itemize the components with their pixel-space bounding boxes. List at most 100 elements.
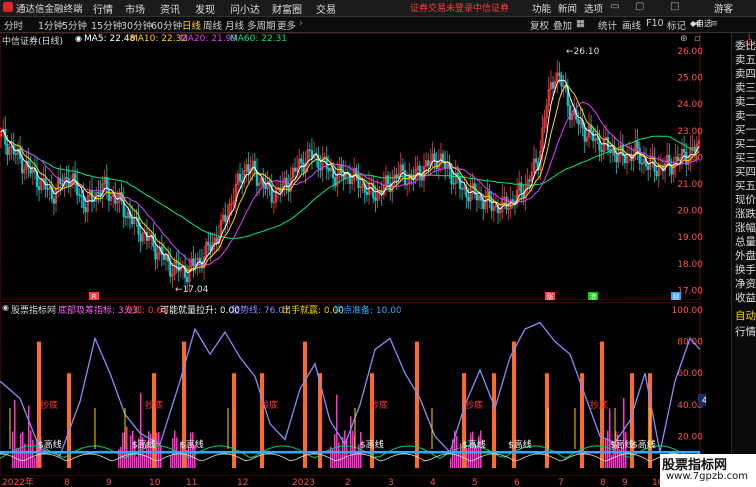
- candle-body: [638, 147, 641, 164]
- quote-label: 卖四: [735, 68, 756, 80]
- ma5-line: [0, 79, 700, 274]
- minimize-window-icon[interactable]: ▭: [610, 1, 619, 12]
- overlay-button[interactable]: 叠加: [553, 18, 572, 32]
- quote-label: 现价: [735, 194, 756, 206]
- accumulation-bar: [30, 430, 32, 468]
- tab-timeframe[interactable]: 5分钟: [62, 18, 87, 32]
- candle-body: [300, 158, 303, 164]
- menu-item[interactable]: 发现: [195, 1, 215, 16]
- buy-signal-label: 抄底: [260, 399, 278, 411]
- indicator-chart[interactable]: 100.0080.0060.0040.0020.0043.06抄底抄底抄底抄底抄…: [0, 302, 706, 476]
- tab-timeframe[interactable]: 月线: [225, 18, 244, 32]
- date-tick-label: 2: [345, 478, 351, 487]
- tab-timeframe[interactable]: 30分钟: [121, 18, 152, 32]
- price-tick-label: 20.00: [677, 207, 703, 217]
- maximize-window-icon[interactable]: □: [670, 1, 679, 12]
- watermark: 股票指标网 www.7gpzb.com: [660, 454, 756, 487]
- candle-body: [264, 185, 267, 190]
- tab-timeframe[interactable]: 分时: [4, 18, 23, 32]
- accumulation-bar: [348, 456, 350, 468]
- date-tick-label: 9: [622, 478, 628, 487]
- candle-body: [647, 165, 650, 170]
- accumulation-bar: [20, 433, 22, 468]
- buy-signal-label: 抄底: [590, 399, 608, 411]
- signal-bar: [415, 341, 419, 468]
- date-tick-label: 3: [388, 478, 394, 487]
- menu-item[interactable]: 问小达: [230, 1, 260, 16]
- function-menu[interactable]: 功能: [532, 1, 551, 15]
- candle-body: [386, 175, 390, 185]
- tab-timeframe[interactable]: 多周期: [247, 18, 276, 32]
- menu-item[interactable]: 财富圈: [272, 1, 302, 16]
- signal-bar: [370, 373, 374, 468]
- menu-item[interactable]: 交易: [316, 1, 336, 16]
- mark-button[interactable]: 标记: [667, 18, 686, 32]
- f10-button[interactable]: F10: [646, 18, 664, 29]
- chevron-down-icon[interactable]: ›: [299, 18, 303, 29]
- broker-link[interactable]: 中信证券: [473, 1, 509, 14]
- accumulation-bar: [122, 432, 124, 468]
- date-tick-label: 8: [64, 478, 70, 487]
- app-title: 通达信金融终端: [16, 4, 83, 15]
- candle-body: [528, 179, 531, 182]
- candle-body: [38, 186, 41, 191]
- grid-icon[interactable]: ▦: [576, 18, 585, 29]
- auto-tab[interactable]: 自动: [735, 308, 756, 323]
- tab-timeframe[interactable]: 60分钟: [151, 18, 182, 32]
- options-menu[interactable]: 选项: [584, 1, 603, 15]
- chart-toolbar: 分时 1分钟 5分钟 15分钟 30分钟 60分钟 日线 周线 月线 多周期 更…: [0, 17, 756, 33]
- candle-body: [14, 153, 17, 155]
- watchlist-button[interactable]: ◆自选: [690, 18, 712, 29]
- line-label: $高线: [462, 438, 486, 450]
- line-label: $高线: [132, 438, 156, 450]
- accumulation-bar: [26, 452, 28, 468]
- buy-signal-label: 抄底: [40, 399, 58, 411]
- candle-body: [169, 260, 172, 277]
- menu-item[interactable]: 行情: [93, 1, 113, 16]
- price-tick-label: 24.00: [677, 100, 703, 110]
- candle-body: [596, 138, 599, 140]
- candle-body: [505, 196, 508, 210]
- tab-timeframe[interactable]: 周线: [203, 18, 222, 32]
- line-label: $高线: [610, 438, 634, 450]
- accumulation-bar: [12, 431, 14, 468]
- price-tick-label: 18.00: [677, 260, 703, 270]
- indicator-tick-label: 60.00: [677, 369, 703, 379]
- news-menu[interactable]: 新闻: [558, 1, 577, 15]
- buy-signal-label: 抄底: [465, 399, 483, 411]
- guest-user[interactable]: 游客: [714, 1, 733, 15]
- candlestick-chart[interactable]: 26.0025.0024.0023.0022.0021.0020.0019.00…: [0, 33, 706, 300]
- restore-window-icon[interactable]: ▢: [635, 1, 644, 12]
- accumulation-bar: [170, 456, 172, 468]
- event-marker-text: 财: [673, 292, 680, 300]
- accumulation-bar: [160, 445, 162, 468]
- candle-body: [488, 191, 491, 200]
- adjust-button[interactable]: 复权: [530, 18, 549, 32]
- tab-timeframe[interactable]: 15分钟: [91, 18, 122, 32]
- tab-timeframe-more[interactable]: 更多: [277, 18, 296, 32]
- accumulation-bar: [18, 447, 20, 468]
- current-value-label: 43.06: [702, 396, 706, 406]
- menu-item[interactable]: 资讯: [160, 1, 180, 16]
- candle-body: [46, 188, 49, 191]
- quote-label: 收益: [735, 292, 756, 304]
- accumulation-bar: [178, 454, 180, 468]
- login-warning-link[interactable]: 证券交易未登录: [410, 1, 473, 14]
- tab-timeframe-active[interactable]: 日线: [182, 18, 201, 32]
- candle-body: [224, 214, 227, 223]
- signal-bar: [303, 341, 307, 468]
- event-marker-text: R: [92, 293, 97, 300]
- candle-body: [460, 188, 464, 190]
- draw-line-button[interactable]: 画线: [622, 18, 641, 32]
- candle-body: [433, 153, 436, 162]
- stats-button[interactable]: 统计: [598, 18, 617, 32]
- date-tick-label: 2022年: [2, 476, 34, 487]
- quote-tab[interactable]: 行情: [735, 324, 756, 339]
- event-marker-text: 涨: [547, 292, 554, 300]
- candle-body: [154, 245, 157, 260]
- menu-item[interactable]: 市场: [125, 1, 145, 16]
- tab-timeframe[interactable]: 1分钟: [38, 18, 63, 32]
- candle-body: [131, 217, 134, 224]
- candle-body: [427, 160, 430, 166]
- candle-body: [535, 158, 538, 163]
